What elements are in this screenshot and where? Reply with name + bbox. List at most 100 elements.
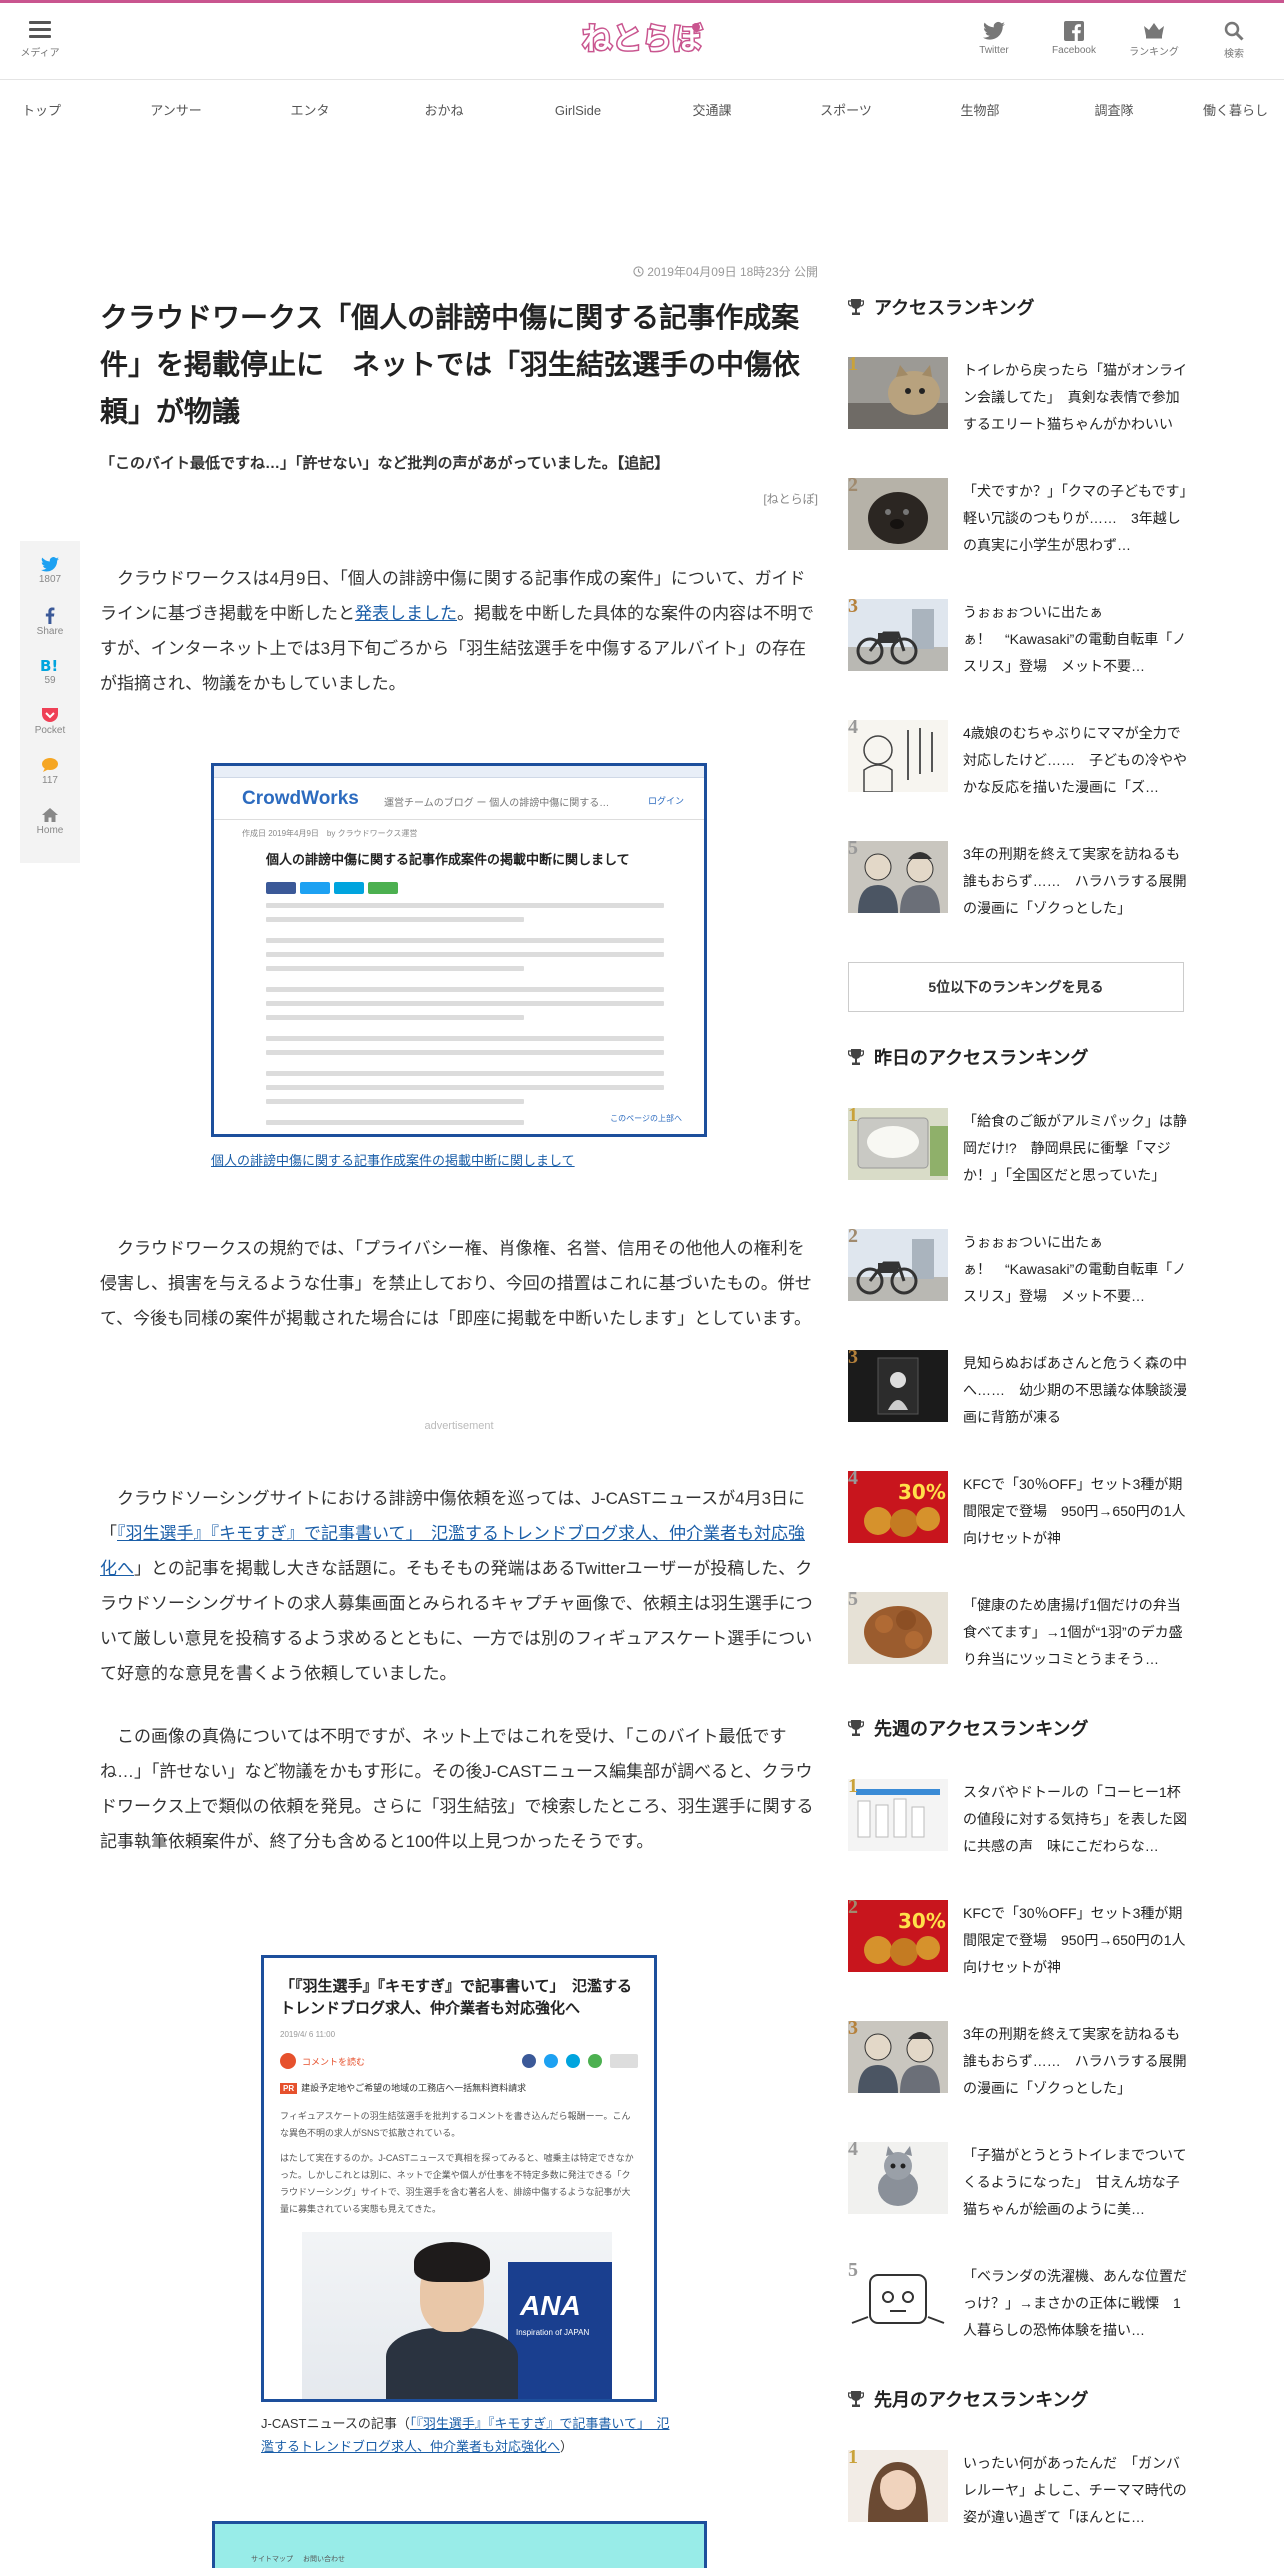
ranking-item[interactable]: 3 見知らぬおばあさんと危うく森の中へ…… 幼少期の不思議な体験談漫画に背筋が凍…	[848, 1346, 1187, 1425]
ranking-title: KFCで「30％OFF」セット3種が期間限定で登場 950円→650円の1人向け…	[963, 1476, 1186, 1546]
ranking-item[interactable]: 4 4歳娘のむちゃぶりにママが全力で対応したけど…… 子どもの冷ややかな反応を描…	[848, 716, 1187, 795]
ranking-thumbnail	[848, 1108, 948, 1180]
jcast-comment-link: コメントを読む	[302, 2056, 366, 2067]
ranking-thumbnail	[848, 841, 948, 913]
nav-girlside[interactable]: GirlSide	[514, 95, 642, 127]
comment-icon	[42, 758, 58, 772]
ranking-item[interactable]: 2 「犬ですか？」「クマの子どもです」 軽い冗談のつもりが…… 3年越しの真実に…	[848, 474, 1188, 553]
jcast-body-1: フィギュアスケートの羽生結弦選手を批判するコメントを書き込んだら報酬ーー。こんな…	[280, 2111, 631, 2138]
ranking-thumbnail	[848, 357, 948, 429]
jcast-date: 2019/4/ 6 11:00	[280, 2030, 336, 2039]
ranking-item[interactable]: 1 いったい何があったんだ 「ガンバレルーヤ」よしこ、チーママ時代の姿が違い過ぎ…	[848, 2446, 1187, 2525]
ranking-thumbnail	[848, 599, 948, 671]
ranking-thumbnail	[848, 2450, 948, 2522]
header-search-button[interactable]: 検索	[1194, 21, 1274, 60]
ranking-thumbnail	[848, 1229, 948, 1301]
ranking-number: 2	[848, 1225, 858, 1247]
ranking-title: うぉぉぉついに出たぁぁ！ “Kawasaki”の電動自転車「ノスリス」登場 メッ…	[963, 604, 1187, 674]
figure1-caption-link[interactable]: 個人の誹謗中傷に関する記事作成案件の掲載中断に関しまして	[211, 1150, 575, 1169]
crowdworks-screenshot[interactable]: CrowdWorks 運営チームのブログ ー 個人の誹謗中傷に関する… ログイン…	[211, 763, 707, 1137]
site-logo[interactable]: ねとらぼ	[570, 15, 714, 63]
home-label: Home	[36, 825, 64, 836]
trophy-icon	[847, 1720, 865, 1736]
search-label: 検索	[1224, 49, 1244, 60]
jcast-pr-line: PR 建設予定地やご希望の地域の工務店へ一括無料資料請求	[280, 2081, 638, 2094]
header-facebook-button[interactable]: Facebook	[1034, 21, 1114, 60]
crown-icon	[1144, 23, 1164, 39]
lastweek-ranking-heading: 先週のアクセスランキング	[847, 1717, 1184, 1741]
ranking-item[interactable]: 30% 4 KFCで「30％OFF」セット3種が期間限定で登場 950円→650…	[848, 1467, 1186, 1546]
share-twitter-button[interactable]: 1807	[20, 557, 80, 595]
ranking-item[interactable]: 4 「子猫がとうとうトイレまでついてくるようになった」 甘えん坊な子猫ちゃんが絵…	[848, 2138, 1187, 2217]
ranking-item[interactable]: 5 「ベランダの洗濯機、あんな位置だっけ？」→まさかの正体に戦慄 1人暮らしの恐…	[848, 2259, 1187, 2338]
ranking-item[interactable]: 1 「給食のご飯がアルミパック」は静岡だけ!? 静岡県民に衝撃「マジか！」「全国…	[848, 1104, 1187, 1183]
screenshot-login: ログイン	[647, 796, 684, 806]
announcement-link[interactable]: 発表しました	[355, 604, 457, 623]
ranking-item[interactable]: 3 3年の刑期を終えて実家を訪ねるも誰もおらず…… ハラハラする展開の漫画に「ゾ…	[848, 2017, 1187, 2096]
nav-kotsu[interactable]: 交通課	[648, 95, 776, 127]
ranking-title: 見知らぬおばあさんと危うく森の中へ…… 幼少期の不思議な体験談漫画に背筋が凍る	[963, 1355, 1187, 1425]
share-pocket-button[interactable]: Pocket	[20, 707, 80, 745]
paragraph-text: 」との記事を掲載し大きな話題に。そもそもの発端はあるTwitterユーザーが投稿…	[100, 1559, 813, 1683]
trophy-icon	[847, 1049, 865, 1065]
heading-text: 先週のアクセスランキング	[874, 1719, 1089, 1739]
ranking-title: トイレから戻ったら「猫がオンライン会議してた」 真剣な表情で参加するエリート猫ち…	[963, 362, 1187, 432]
publish-date-text: 2019年04月09日 18時23分 公開	[647, 265, 818, 279]
nav-sports[interactable]: スポーツ	[782, 95, 910, 127]
jcast-body-2: はたして実在するのか。J-CASTニュースで真相を探ってみると、嘘乗主は特定でき…	[280, 2153, 634, 2214]
share-comment-button[interactable]: 117	[20, 757, 80, 795]
kfc-badge: 30%	[898, 1480, 946, 1504]
ranking-item[interactable]: 5 「健康のため唐揚げ1個だけの弁当食べてます」→1個が“1羽”のデカ盛り弁当に…	[848, 1588, 1184, 1667]
ranking-item[interactable]: 2 うぉぉぉついに出たぁぁ！ “Kawasaki”の電動自転車「ノスリス」登場 …	[848, 1225, 1186, 1304]
ranking-number: 2	[848, 474, 858, 496]
ranking-number: 1	[848, 1104, 858, 1126]
ranking-number: 4	[848, 1467, 858, 1489]
article-title: クラウドワークス「個人の誹謗中傷に関する記事作成案件」を掲載停止に ネットでは「…	[100, 302, 801, 427]
article-paragraph-1: クラウドワークスは4月9日、「個人の誹謗中傷に関する記事作成の案件」について、ガ…	[100, 561, 818, 701]
nav-hataraku[interactable]: 働く暮らし	[1184, 95, 1268, 127]
ranking-item[interactable]: 30% 2 KFCで「30％OFF」セット3種が期間限定で登場 950円→650…	[848, 1896, 1186, 1975]
header-twitter-button[interactable]: Twitter	[954, 21, 1034, 60]
nav-okane[interactable]: おかね	[380, 95, 508, 127]
pr-badge: PR	[280, 2083, 298, 2094]
ranking-thumbnail	[848, 1350, 948, 1422]
lastmonth-ranking-heading: 先月のアクセスランキング	[847, 2388, 1184, 2412]
share-hatena-button[interactable]: B! 59	[20, 657, 80, 695]
heading-text: 昨日のアクセスランキング	[874, 1048, 1089, 1068]
more-ranking-button[interactable]: 5位以下のランキングを見る	[848, 962, 1184, 1012]
trophy-icon	[847, 299, 865, 315]
sitemap-screenshot[interactable]: サイトマップ お問い合わせ	[212, 2521, 707, 2568]
nav-top[interactable]: トップ	[22, 95, 106, 127]
clock-icon	[633, 266, 644, 277]
media-menu-label: メディア	[20, 48, 60, 59]
share-facebook-button[interactable]: Share	[20, 607, 80, 645]
ranking-label: ランキング	[1129, 47, 1179, 58]
photo-jacket	[386, 2328, 518, 2399]
comment-icon	[280, 2053, 296, 2069]
media-menu-button[interactable]: メディア	[16, 21, 64, 59]
ranking-item[interactable]: 1 スタバやドトールの「コーヒー1杯の値段に対する気持ち」を表した図に共感の声 …	[848, 1775, 1187, 1854]
press-conference-photo: ANA Inspiration of JAPAN	[302, 2232, 612, 2399]
nav-seibutsu[interactable]: 生物部	[916, 95, 1044, 127]
ranking-number: 3	[848, 595, 858, 617]
ranking-item[interactable]: 3 うぉぉぉついに出たぁぁ！ “Kawasaki”の電動自転車「ノスリス」登場 …	[848, 595, 1186, 674]
ranking-number: 1	[848, 1775, 858, 1797]
ranking-item[interactable]: 5 3年の刑期を終えて実家を訪ねるも誰もおらず…… ハラハラする展開の漫画に「ゾ…	[848, 837, 1187, 916]
header-ranking-button[interactable]: ランキング	[1114, 21, 1194, 60]
twitter-label: Twitter	[979, 45, 1009, 56]
ranking-item[interactable]: 1 トイレから戻ったら「猫がオンライン会議してた」 真剣な表情で参加するエリート…	[848, 353, 1187, 432]
ranking-title: 4歳娘のむちゃぶりにママが全力で対応したけど…… 子どもの冷ややかな反応を描いた…	[963, 725, 1187, 795]
nav-enta[interactable]: エンタ	[246, 95, 374, 127]
search-icon	[1224, 21, 1244, 41]
hatena-bookmark-icon: B!	[40, 657, 58, 673]
nav-answer[interactable]: アンサー	[112, 95, 240, 127]
jcast-screenshot[interactable]: 「『羽生選手』『キモすぎ』で記事書いて」 氾濫するトレンドブログ求人、仲介業者も…	[261, 1955, 657, 2402]
pr-text: 建設予定地やご希望の地域の工務店へ一括無料資料請求	[301, 2083, 527, 2093]
ranking-title: 3年の刑期を終えて実家を訪ねるも誰もおらず…… ハラハラする展開の漫画に「ゾクっ…	[963, 2026, 1187, 2096]
nav-chosa[interactable]: 調査隊	[1050, 95, 1178, 127]
publish-date: 2019年04月09日 18時23分 公開	[100, 263, 818, 280]
ranking-thumbnail	[848, 720, 948, 792]
ranking-title: KFCで「30％OFF」セット3種が期間限定で登場 950円→650円の1人向け…	[963, 1905, 1186, 1975]
jcast-title: 「『羽生選手』『キモすぎ』で記事書いて」 氾濫するトレンドブログ求人、仲介業者も…	[280, 1978, 633, 2017]
share-home-button[interactable]: Home	[20, 807, 80, 845]
